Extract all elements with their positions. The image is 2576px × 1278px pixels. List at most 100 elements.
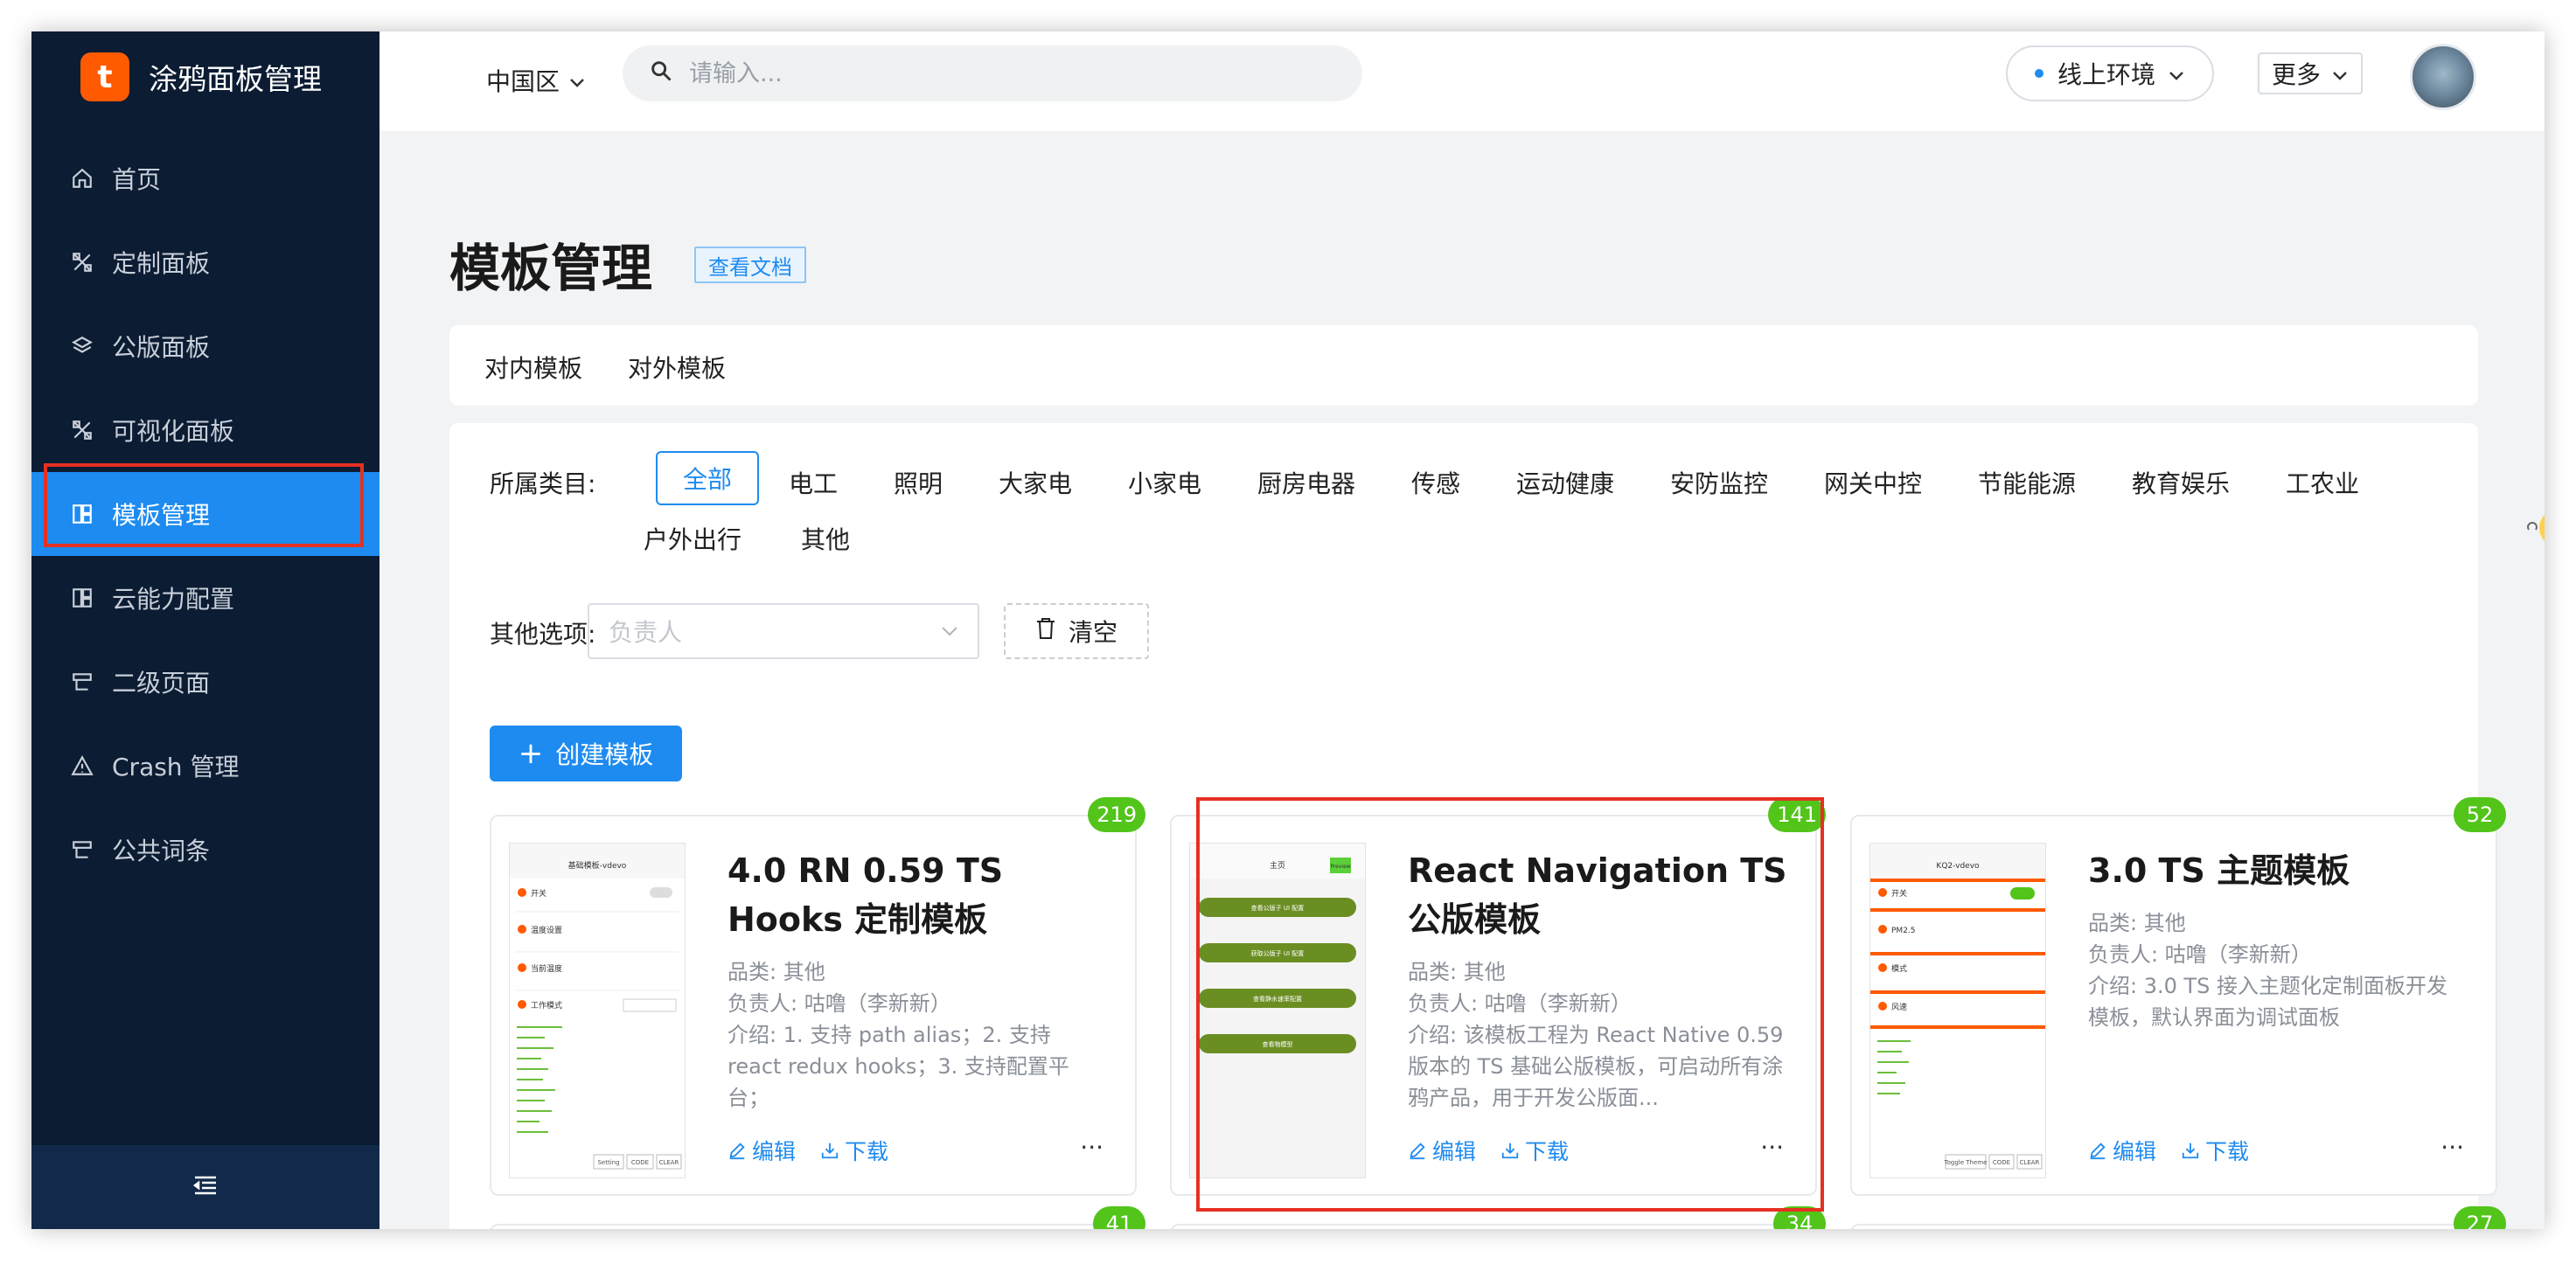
visual-panel-icon [70,418,94,442]
sidebar-item-public-panel[interactable]: 公版面板 [31,304,379,388]
download-button[interactable]: 下载 [2181,1135,2249,1166]
sidebar-item-subpage[interactable]: 二级页面 [31,640,379,724]
download-icon [2181,1141,2200,1160]
card-title[interactable]: 4.0 RN 0.59 TS Hooks 定制模板 [728,846,1112,944]
other-options-label: 其他选项: [490,620,596,649]
thumb-row: PM2.5 [1891,927,1916,935]
search-input[interactable] [687,59,1303,88]
category-item[interactable]: 户外出行 [644,521,741,556]
edit-button[interactable]: 编辑 [2088,1135,2156,1166]
download-icon [820,1141,839,1160]
search-box[interactable] [623,45,1362,101]
category-item[interactable]: 工农业 [2286,465,2359,500]
clear-label: 清空 [1068,618,1117,647]
menu-fold-icon [192,1175,218,1199]
category-item[interactable]: 节能能源 [1978,465,2076,500]
category-all[interactable]: 全部 [656,451,759,505]
tab-internal[interactable]: 对内模板 [484,350,582,385]
avatar[interactable] [2410,44,2476,110]
template-card[interactable]: 52 KQ2-vdevo 开关 PM2.5 模式 风速 Toggle Theme… [1850,797,2506,1196]
category-item[interactable]: 照明 [894,465,943,500]
thumb-button: CODE [631,1159,649,1166]
sidebar-item-visual-panel[interactable]: 可视化面板 [31,388,379,472]
template-tabs: 对内模板 对外模板 [449,325,2478,406]
dictionary-icon [70,837,94,862]
thumb-row: 开关 [531,888,547,899]
template-card[interactable]: 27 [1850,1206,2506,1229]
card-owner: 负责人: 咕噜（李新新） [728,991,951,1016]
sidebar-item-crash[interactable]: Crash 管理 [31,724,379,808]
trash-icon [1035,617,1056,646]
card-owner: 负责人: 咕噜（李新新） [2088,942,2312,967]
tab-external[interactable]: 对外模板 [628,350,726,385]
download-label: 下载 [845,1139,889,1164]
usage-count-badge: 41 [1093,1206,1145,1229]
category-item[interactable]: 厨房电器 [1257,465,1355,500]
top-header: 中国区 线上环境 更多 [379,31,2545,131]
app-logo: t [80,52,129,101]
thumb-button: Setting [597,1159,619,1166]
thumb-row: 当前温度 [531,963,562,974]
thumb-title: 基础模板-vdevo [568,860,627,871]
more-actions-icon[interactable]: ··· [1080,1133,1104,1162]
sidebar-item-label: Crash 管理 [112,753,240,781]
sidebar: t 涂鸦面板管理 首页 定制面板 公版面板 可视化面板 模板管理 云能力配置 二… [31,31,379,1229]
category-item[interactable]: 网关中控 [1824,465,1922,500]
card-title[interactable]: 3.0 TS 主题模板 [2088,846,2473,895]
more-label: 更多 [2271,60,2321,89]
home-icon [70,166,94,191]
sidebar-item-dictionary[interactable]: 公共词条 [31,808,379,892]
sidebar-item-custom-panel[interactable]: 定制面板 [31,220,379,304]
category-item[interactable]: 大家电 [999,465,1072,500]
card-intro: 介绍: 3.0 TS 接入主题化定制面板开发模板，默认界面为调试面板 [2088,974,2448,1030]
edit-button[interactable]: 编辑 [728,1135,796,1166]
region-label: 中国区 [486,67,560,96]
template-preview-image: 基础模板-vdevo 开关 温度设置 当前温度 工作模式 Setting COD… [509,843,686,1178]
sidebar-item-label: 二级页面 [112,669,211,698]
search-icon [649,59,673,89]
edit-icon [2088,1141,2107,1160]
app-name: 涂鸦面板管理 [149,62,322,96]
edit-label: 编辑 [2113,1139,2157,1164]
region-select[interactable]: 中国区 [486,59,586,101]
cloud-config-icon [70,586,94,610]
sidebar-item-label: 首页 [112,165,162,194]
thumb-row: 温度设置 [531,925,562,935]
category-item[interactable]: 其他 [801,521,850,556]
template-card[interactable]: 41 [490,1206,1145,1229]
card-actions: 编辑 下载 [2088,1135,2249,1166]
clear-button[interactable]: 清空 [1004,603,1149,659]
category-item[interactable]: 运动健康 [1516,465,1614,500]
collapse-sidebar-button[interactable] [31,1145,379,1229]
sidebar-item-cloud-config[interactable]: 云能力配置 [31,556,379,640]
download-label: 下载 [2205,1139,2250,1164]
download-button[interactable]: 下载 [820,1135,888,1166]
create-template-button[interactable]: + 创建模板 [490,726,682,781]
view-docs-link[interactable]: 查看文档 [694,247,806,283]
thumb-button: Toggle Theme [1944,1159,1988,1166]
category-item[interactable]: 安防监控 [1670,465,1768,500]
assistant-mascot-icon[interactable] [2524,497,2545,558]
sidebar-item-home[interactable]: 首页 [31,136,379,220]
category-item[interactable]: 电工 [789,465,838,500]
thumb-title: KQ2-vdevo [1936,862,1980,871]
template-card[interactable]: 219 基础模板-vdevo 开关 温度设置 当前温度 工作模式 Setting… [490,797,1145,1196]
owner-select[interactable]: 负责人 [588,603,979,659]
category-item[interactable]: 小家电 [1128,465,1201,500]
chevron-down-icon [2331,59,2349,88]
category-item[interactable]: 教育娱乐 [2132,465,2230,500]
more-dropdown[interactable]: 更多 [2258,52,2363,94]
more-actions-icon[interactable]: ··· [2440,1133,2464,1162]
environment-select[interactable]: 线上环境 [2006,45,2214,101]
app-window: t 涂鸦面板管理 首页 定制面板 公版面板 可视化面板 模板管理 云能力配置 二… [31,31,2545,1229]
category-item[interactable]: 传感 [1411,465,1460,500]
template-preview-image: KQ2-vdevo 开关 PM2.5 模式 风速 Toggle Theme CO… [1869,843,2046,1178]
card-category: 品类: 其他 [2088,911,2186,935]
page-title: 模板管理 [449,239,653,298]
template-card[interactable]: 34 [1170,1206,1826,1229]
brand[interactable]: t 涂鸦面板管理 [80,51,322,103]
sidebar-item-label: 公共词条 [112,837,211,865]
thumb-row: 工作模式 [531,1000,562,1011]
subpage-icon [70,670,94,694]
custom-panel-icon [70,250,94,274]
